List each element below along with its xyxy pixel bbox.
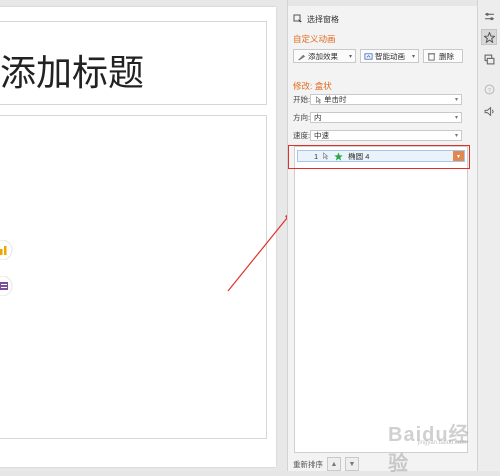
animation-icon xyxy=(483,31,495,43)
delete-button[interactable]: 删除 xyxy=(423,49,463,63)
animation-button[interactable] xyxy=(481,29,497,45)
animation-list[interactable]: 1 椭圆 4 ▾ xyxy=(294,146,468,453)
chevron-down-icon: ▾ xyxy=(348,53,352,60)
watermark-url: jingyan.baidu.com xyxy=(418,440,467,446)
chevron-down-icon: ▾ xyxy=(454,97,458,103)
add-effect-label: 添加效果 xyxy=(308,51,338,61)
add-effect-button[interactable]: 添加效果 ▾ xyxy=(293,49,356,63)
reorder-label: 重新排序 xyxy=(293,459,323,469)
move-up-icon: ▲ xyxy=(330,460,338,468)
start-select[interactable]: 单击时 ▾ xyxy=(310,94,462,105)
smart-animation-button[interactable]: 智能动画 ▾ xyxy=(360,49,419,63)
speed-select[interactable]: 中速 ▾ xyxy=(310,130,462,141)
chevron-down-icon: ▾ xyxy=(454,115,458,121)
watermark: Baidu经验 xyxy=(388,424,470,475)
mouse-click-icon xyxy=(316,95,322,104)
property-button[interactable] xyxy=(481,8,497,24)
svg-text:?: ? xyxy=(487,87,491,94)
animation-task-pane: 选择窗格 自定义动画 添加效果 ▾ 智能动画 ▾ 删除 修改: 盒状 开始: 单… xyxy=(287,0,478,475)
chevron-down-icon: ▾ xyxy=(411,53,415,60)
selection-pane-label: 选择窗格 xyxy=(307,14,339,24)
slide-switch-icon xyxy=(484,54,494,64)
selection-pane-link[interactable]: 选择窗格 xyxy=(293,12,339,26)
sound-button[interactable] xyxy=(481,103,497,119)
slide-switch-button[interactable] xyxy=(481,51,497,67)
move-down-button[interactable]: ▼ xyxy=(345,457,359,471)
direction-value: 内 xyxy=(314,113,322,122)
move-up-button[interactable]: ▲ xyxy=(327,457,341,471)
help-icon: ? xyxy=(484,84,494,94)
annotation-arrow xyxy=(227,213,291,292)
custom-animation-heading: 自定义动画 xyxy=(293,34,336,44)
speed-value: 中速 xyxy=(314,131,329,140)
smart-animation-icon xyxy=(364,52,373,60)
smart-animation-label: 智能动画 xyxy=(375,51,405,61)
direction-select[interactable]: 内 ▾ xyxy=(310,112,462,123)
annotation-highlight-box xyxy=(288,145,470,169)
selection-pane-icon xyxy=(293,14,302,24)
move-down-icon: ▼ xyxy=(348,460,356,468)
add-effect-icon xyxy=(297,54,306,60)
help-button[interactable]: ? xyxy=(481,81,497,97)
chevron-down-icon: ▾ xyxy=(454,133,458,139)
reorder-row: 重新排序 ▲ ▼ xyxy=(293,457,359,471)
sound-icon xyxy=(484,106,494,116)
right-sidebar: ? xyxy=(477,0,500,471)
property-icon xyxy=(484,12,494,20)
start-value: 单击时 xyxy=(324,95,347,104)
delete-label: 删除 xyxy=(439,51,454,61)
delete-icon xyxy=(427,52,436,61)
modify-heading: 修改: 盒状 xyxy=(293,81,332,91)
pane-header xyxy=(288,0,478,6)
